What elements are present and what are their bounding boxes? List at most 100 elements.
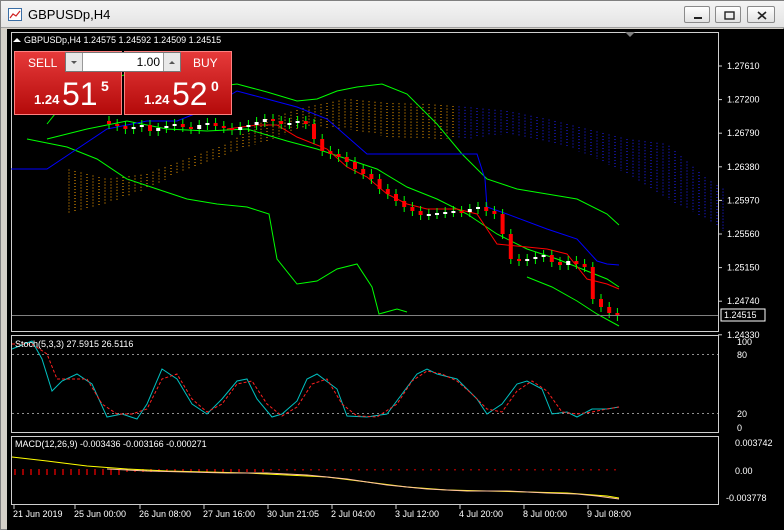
time-tick-label: 9 Jul 08:00 — [587, 509, 631, 519]
candle-bull — [525, 259, 530, 261]
volume-field[interactable]: 1.00 — [65, 52, 181, 72]
minimize-icon — [694, 17, 702, 19]
candle-bear — [180, 124, 185, 127]
time-tick-label: 26 Jun 08:00 — [139, 509, 191, 519]
candle-bear — [418, 211, 423, 215]
price-tick-label: 1.25970 — [727, 195, 760, 205]
restore-icon — [724, 11, 735, 20]
candle-bull — [139, 125, 144, 127]
chart-canvas[interactable]: GBPUSDp,H4 1.24575 1.24592 1.24509 1.245… — [7, 29, 784, 530]
time-tick-label: 25 Jun 00:00 — [74, 509, 126, 519]
candle-bear — [459, 211, 464, 213]
window-title: GBPUSDp,H4 — [28, 7, 111, 22]
candle-bull — [541, 255, 546, 257]
minimize-button[interactable] — [684, 6, 710, 23]
candle-bear — [353, 162, 357, 169]
candle-bear — [320, 139, 325, 151]
candle-bear — [312, 124, 316, 139]
candle-bear — [123, 126, 128, 129]
time-tick-label: 4 Jul 20:00 — [459, 509, 503, 519]
candle-bear — [500, 214, 505, 234]
candle-bull — [164, 126, 169, 128]
price-axis: 1.27610 1.27200 1.26790 1.26380 1.25970 1.255… — [718, 61, 760, 340]
candle-bear — [328, 151, 333, 154]
time-tick-label: 8 Jul 00:00 — [523, 509, 567, 519]
candle-bull — [262, 119, 267, 122]
candle-bull — [476, 207, 480, 209]
candle-bull — [156, 128, 161, 131]
time-tick-label: 21 Jun 2019 — [13, 509, 63, 519]
candle-bear — [189, 127, 193, 129]
buy-label: BUY — [193, 56, 218, 70]
candle-bull — [295, 121, 300, 123]
candle-bear — [484, 207, 489, 211]
candle-bull — [443, 212, 448, 214]
stoch-tick-100: 100 — [737, 337, 752, 347]
candle-bull — [172, 124, 177, 126]
sell-price-pips: 51 — [62, 76, 98, 112]
sell-price-fraction: 5 — [101, 78, 109, 94]
candle-bear — [582, 264, 587, 267]
price-tick-label: 1.27610 — [727, 61, 760, 71]
bollinger-lower-line-right — [526, 276, 620, 327]
chart-header-text: GBPUSDp,H4 1.24575 1.24592 1.24509 1.245… — [24, 35, 221, 45]
title-bar[interactable]: GBPUSDp,H4 — [1, 1, 784, 28]
chart-shift-marker[interactable] — [625, 32, 635, 37]
candle-bear — [558, 262, 562, 265]
sell-price-prefix: 1.24 — [34, 92, 60, 107]
candle-bear — [517, 259, 521, 261]
volume-value[interactable]: 1.00 — [86, 55, 160, 69]
stoch-tick-20: 20 — [737, 409, 747, 419]
macd-main-line — [106, 468, 620, 500]
candle-bear — [492, 211, 497, 214]
volume-decrease-button[interactable] — [66, 53, 83, 71]
price-tick-label: 1.25150 — [727, 263, 760, 273]
candle-bear — [279, 121, 284, 124]
candle-bear — [402, 201, 407, 207]
time-tick-label: 2 Jul 04:00 — [331, 509, 375, 519]
candle-bear — [574, 261, 579, 264]
candle-bear — [148, 125, 152, 131]
candle-bear — [221, 126, 226, 128]
candle-bull — [131, 127, 136, 129]
price-tick-label: 1.27200 — [727, 95, 760, 105]
price-tick-label: 1.24740 — [727, 296, 760, 306]
kijun-sen-line — [11, 90, 620, 266]
candle-bear — [599, 299, 603, 307]
candle-bull — [435, 213, 439, 215]
candle-bull — [287, 123, 292, 125]
bollinger-lower-line — [26, 138, 408, 315]
stoch-tick-0: 0 — [737, 423, 742, 433]
stoch-tick-80: 80 — [737, 350, 747, 360]
candle-bull — [467, 209, 472, 212]
one-click-trading-panel: SELL 1.24 51 5 BUY 1.24 52 0 1.00 — [14, 51, 232, 115]
candle-bear — [508, 234, 513, 259]
chevron-up-icon — [169, 61, 175, 64]
ichimoku-cloud — [68, 99, 724, 231]
buy-price-prefix: 1.24 — [144, 92, 170, 107]
candle-bull — [254, 122, 259, 125]
candle-bear — [344, 157, 349, 162]
maximize-button[interactable] — [715, 6, 741, 23]
chart-window-icon — [8, 8, 22, 21]
candle-bull — [451, 211, 456, 213]
time-tick-label: 27 Jun 16:00 — [203, 509, 255, 519]
candle-bull — [566, 261, 571, 265]
volume-increase-button[interactable] — [163, 53, 180, 71]
candle-bear — [303, 121, 308, 124]
chart-header-arrow-icon — [13, 38, 21, 42]
macd-tick-top: 0.003742 — [735, 438, 773, 448]
stochastic-panel: Stoch(5,3,3) 27.5915 26.5116 100 80 20 0 — [11, 337, 752, 433]
macd-panel: MACD(12,26,9) -0.003436 -0.003166 -0.000… — [11, 438, 773, 503]
close-button[interactable] — [747, 6, 775, 23]
candle-bull — [238, 127, 243, 130]
macd-label: MACD(12,26,9) -0.003436 -0.003166 -0.000… — [15, 439, 207, 449]
candle-bear — [385, 189, 390, 194]
time-tick-label: 3 Jul 12:00 — [395, 509, 439, 519]
macd-tick-zero: 0.00 — [735, 466, 753, 476]
candle-bear — [369, 174, 374, 179]
time-tick-label: 30 Jun 21:05 — [267, 509, 319, 519]
buy-price-pips: 52 — [172, 76, 208, 112]
buy-price-fraction: 0 — [211, 78, 219, 94]
candle-bear — [271, 119, 275, 121]
